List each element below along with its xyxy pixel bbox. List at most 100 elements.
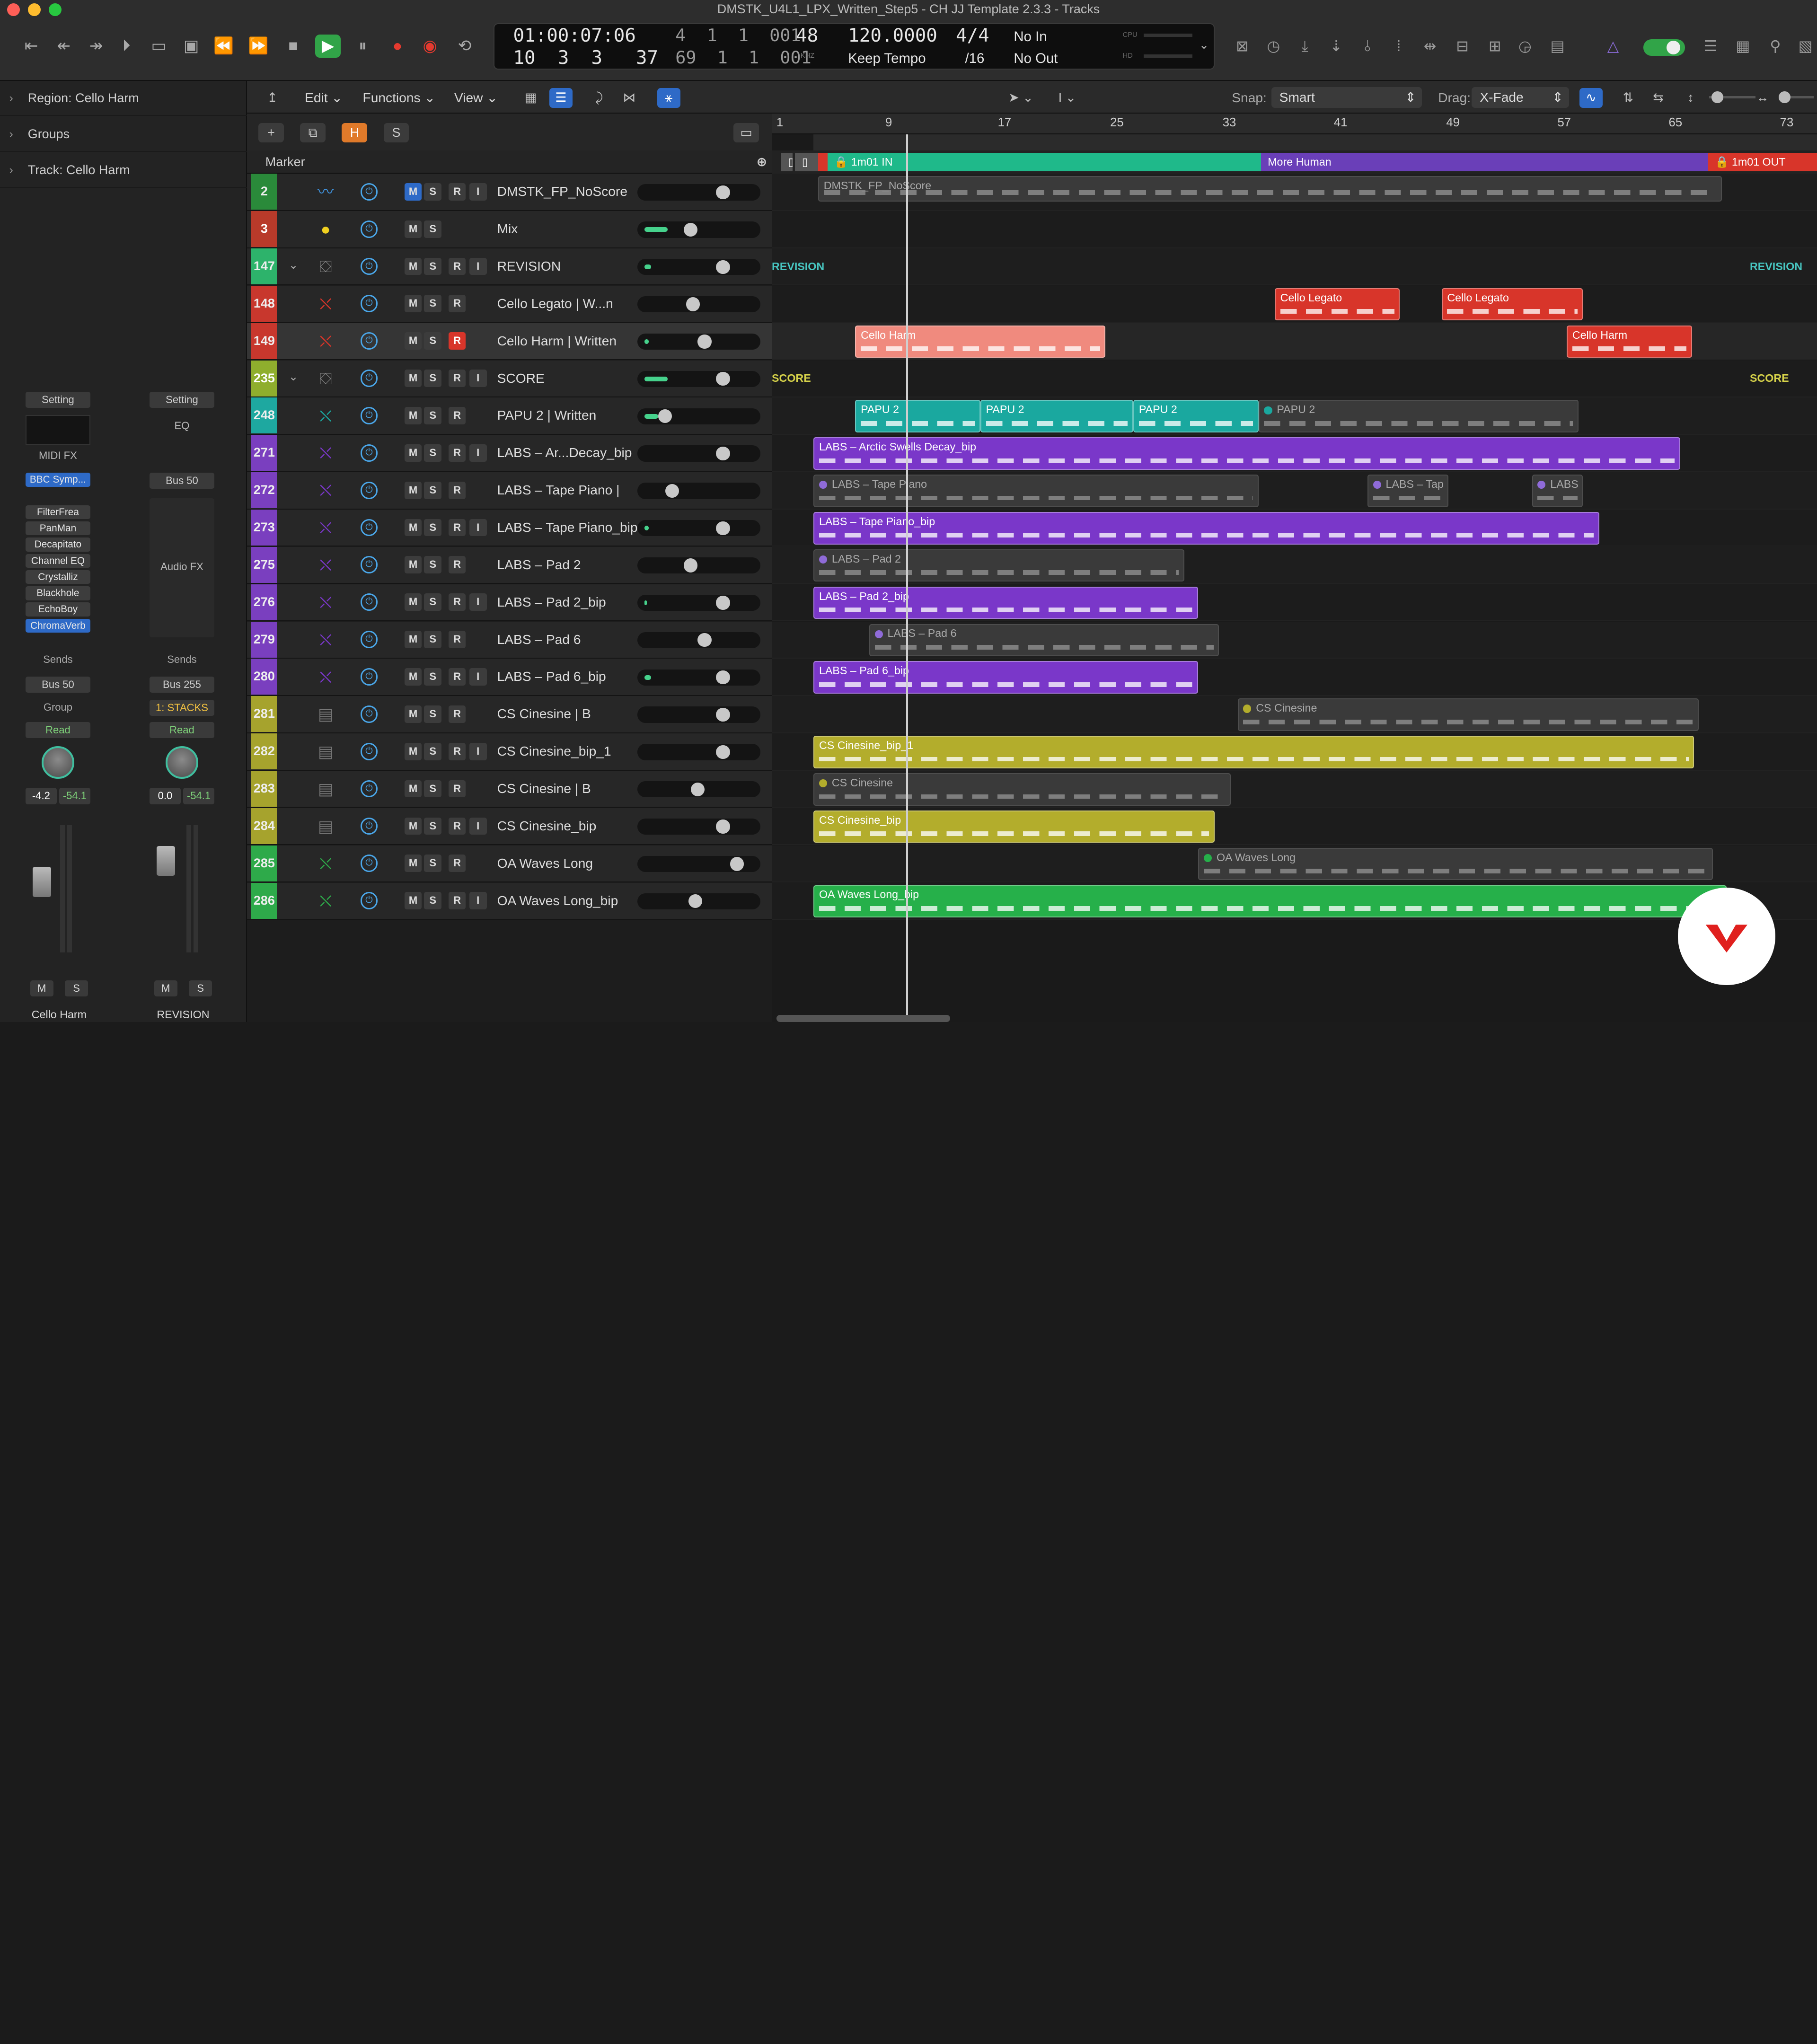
track-name[interactable]: Cello Harm | Written — [497, 323, 645, 359]
marker-item[interactable] — [818, 153, 828, 172]
track-solo-button[interactable]: S — [424, 668, 442, 686]
solo-button[interactable]: S — [189, 980, 212, 997]
groups-header[interactable]: › Groups — [0, 117, 247, 152]
volume-knob[interactable] — [683, 222, 698, 237]
horizontal-zoom-icon[interactable]: ⇆ — [1647, 88, 1670, 108]
track-record-button[interactable]: R — [448, 817, 466, 835]
go-to-beginning-icon[interactable]: ⇤ — [18, 35, 44, 58]
cycle-region-bar[interactable] — [813, 134, 1817, 151]
track-inspector-header[interactable]: › Track: Cello Harm — [0, 153, 247, 188]
track-mute-button[interactable]: M — [404, 742, 422, 760]
track-header-row[interactable]: 276 ⛌ ⏻ M S R I LABS – Pad 2_bip — [247, 584, 772, 622]
track-volume-slider[interactable] — [637, 669, 760, 686]
folder-region-label[interactable]: SCORE — [1750, 372, 1789, 385]
region[interactable]: LABS – Tape Piano_bip — [813, 511, 1599, 545]
duplicate-track-icon[interactable]: ⧉ — [300, 123, 326, 143]
volume-knob[interactable] — [716, 521, 730, 535]
track-mute-button[interactable]: M — [404, 668, 422, 686]
track-on-icon[interactable]: ⏻ — [360, 593, 378, 611]
track-volume-slider[interactable] — [637, 408, 760, 424]
track-solo-button[interactable]: S — [424, 444, 442, 462]
track-record-button[interactable]: R — [448, 780, 466, 798]
add-marker-icon[interactable]: ⊕ — [757, 150, 767, 174]
region[interactable]: Cello Legato — [1441, 288, 1583, 321]
marker-track-header[interactable]: Marker ⊕ — [247, 150, 772, 174]
send-slot[interactable]: Bus 255 — [149, 677, 215, 693]
track-header-row[interactable]: 280 ⛌ ⏻ M S R I LABS – Pad 6_bip — [247, 659, 772, 696]
region[interactable]: LABS – Pad 6_bip — [813, 661, 1199, 694]
track-name[interactable]: LABS – Tape Piano_bip — [497, 510, 645, 546]
setting-button[interactable]: Setting — [149, 391, 215, 408]
track-mute-button[interactable]: M — [404, 370, 422, 387]
track-name[interactable]: LABS – Tape Piano | — [497, 472, 645, 508]
edit-menu[interactable]: Edit ⌄ — [305, 88, 343, 108]
track-name[interactable]: Mix — [497, 211, 645, 247]
slider-thumb[interactable] — [1711, 91, 1723, 103]
track-mute-button[interactable]: M — [404, 481, 422, 499]
setting-button[interactable]: Setting — [25, 391, 90, 408]
eq-thumbnail[interactable] — [25, 414, 90, 445]
track-solo-button[interactable]: S — [424, 892, 442, 909]
volume-knob[interactable] — [716, 707, 730, 722]
stop-icon[interactable]: ■ — [281, 35, 306, 58]
track-on-icon[interactable]: ⏻ — [360, 780, 378, 798]
track-mute-button[interactable]: M — [404, 220, 422, 238]
track-header-row[interactable]: 272 ⛌ ⏻ M S R LABS – Tape Piano | — [247, 472, 772, 510]
plugin-slot[interactable]: Blackhole — [25, 586, 90, 600]
track-on-icon[interactable]: ⏻ — [360, 855, 378, 872]
input-slot[interactable]: Bus 50 — [149, 473, 215, 489]
track-volume-slider[interactable] — [637, 557, 760, 574]
track-volume-slider[interactable] — [637, 333, 760, 350]
region[interactable]: CS Cinesine_bip_1 — [813, 736, 1694, 768]
mute-button[interactable]: M — [154, 980, 177, 997]
eq-button[interactable]: EQ — [150, 420, 214, 432]
playhead[interactable] — [906, 134, 908, 1022]
snap-select[interactable]: Smart ⇕ — [1271, 87, 1422, 108]
add-track-button[interactable]: + — [258, 123, 284, 143]
track-volume-slider[interactable] — [637, 483, 760, 499]
horizontal-scrollbar[interactable] — [776, 1015, 951, 1022]
capture-recording-icon[interactable]: ▭ — [146, 35, 172, 58]
region[interactable]: LABS – Arctic Swells Decay_bip — [813, 437, 1681, 470]
track-record-button[interactable]: R — [448, 631, 466, 648]
track-volume-slider[interactable] — [637, 221, 760, 238]
track-on-icon[interactable]: ⏻ — [360, 631, 378, 648]
track-on-icon[interactable]: ⏻ — [360, 705, 378, 723]
capture-icon[interactable]: ◶ — [1513, 35, 1536, 58]
plugin-slot[interactable]: Channel EQ — [25, 554, 90, 568]
bar-ruler[interactable]: 1 9 17 25 33 41 49 57 65 73 — [772, 114, 1817, 135]
track-record-button[interactable]: R — [448, 407, 466, 424]
track-volume-slider[interactable] — [637, 893, 760, 909]
slider-thumb[interactable] — [1779, 91, 1791, 103]
output-slot[interactable]: 1: STACKS — [149, 700, 215, 716]
region[interactable]: Cello Harm — [1567, 325, 1692, 358]
track-input-monitor-button[interactable]: I — [469, 742, 487, 760]
global-tracks-icon[interactable]: ▭ — [733, 123, 759, 143]
track-header-row[interactable]: 2 〰 ⏻ M S R I DMSTK_FP_NoScore — [247, 174, 772, 211]
track-mute-button[interactable]: M — [404, 780, 422, 798]
volume-knob[interactable] — [716, 819, 730, 834]
track-on-icon[interactable]: ⏻ — [360, 183, 378, 201]
track-record-button[interactable]: R — [448, 892, 466, 909]
track-input-monitor-button[interactable]: I — [469, 668, 487, 686]
track-input-monitor-button[interactable]: I — [469, 444, 487, 462]
track-on-icon[interactable]: ⏻ — [360, 444, 378, 462]
track-input-monitor-button[interactable]: I — [469, 593, 487, 611]
instrument-slot[interactable]: BBC Symp... — [25, 473, 90, 487]
track-volume-slider[interactable] — [637, 818, 760, 835]
track-on-icon[interactable]: ⏻ — [360, 556, 378, 574]
region[interactable]: CS Cinesine — [813, 773, 1231, 806]
horizontal-zoom-icon[interactable]: ↔ — [1751, 88, 1774, 108]
track-name[interactable]: CS Cinesine | B — [497, 771, 645, 807]
track-header-row[interactable]: 279 ⛌ ⏻ M S R LABS – Pad 6 — [247, 621, 772, 659]
volume-knob[interactable] — [697, 335, 712, 349]
track-name[interactable]: LABS – Pad 2_bip — [497, 584, 645, 620]
track-header-row[interactable]: 148 ⛌ ⏻ M S R Cello Legato | W...n — [247, 285, 772, 323]
region[interactable]: LABS – Pad 2_bip — [813, 586, 1199, 619]
track-volume-slider[interactable] — [637, 370, 760, 387]
track-header-row[interactable]: 275 ⛌ ⏻ M S R LABS – Pad 2 — [247, 546, 772, 584]
track-volume-slider[interactable] — [637, 744, 760, 760]
region[interactable]: PAPU 2 — [1133, 400, 1259, 432]
flex-icon[interactable]: ⋈ — [617, 88, 641, 108]
track-record-button[interactable]: R — [448, 444, 466, 462]
